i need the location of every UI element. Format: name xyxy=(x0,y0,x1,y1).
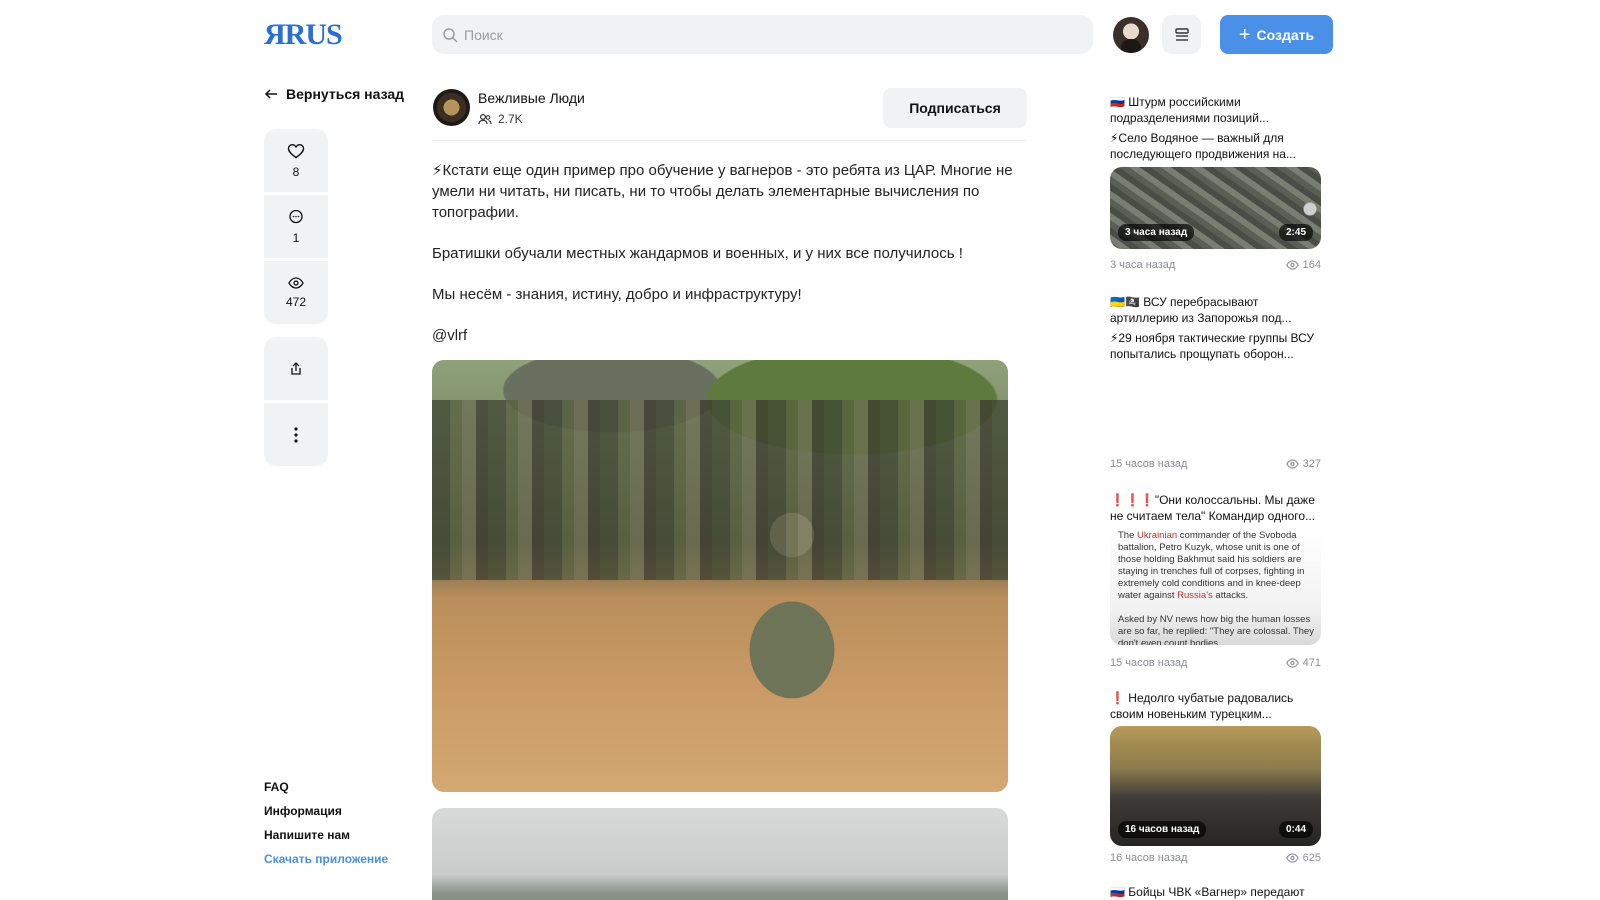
channel-avatar[interactable] xyxy=(433,89,470,126)
back-link[interactable]: Вернуться назад xyxy=(264,86,404,102)
article-text: Russia's xyxy=(1177,590,1213,601)
share-button[interactable] xyxy=(264,337,328,400)
views-count: 472 xyxy=(285,294,307,309)
feed-item-subtitle: ⚡29 ноября тактические группы ВСУ попыта… xyxy=(1110,331,1315,361)
article-text: The xyxy=(1118,530,1138,541)
views-value: 327 xyxy=(1302,458,1321,470)
create-button[interactable]: + Создать xyxy=(1220,15,1333,54)
comment-count: 1 xyxy=(292,230,300,245)
eye-icon xyxy=(1285,853,1299,863)
search-input[interactable] xyxy=(464,26,1064,43)
post-photo[interactable] xyxy=(432,360,1008,792)
article-text: Asked by NV news how big the human losse… xyxy=(1118,614,1314,645)
subscribe-button[interactable]: Подписаться xyxy=(883,88,1027,128)
subscriber-count: 2.7K xyxy=(498,112,523,126)
feed-item-text[interactable]: 🇷🇺 Штурм российскими подразделениями поз… xyxy=(1110,94,1322,162)
logo[interactable]: ЯRUS xyxy=(264,18,343,52)
channel-name[interactable]: Вежливые Люди xyxy=(478,90,585,106)
views-value: 164 xyxy=(1302,259,1321,271)
search-bar[interactable] xyxy=(432,15,1093,54)
user-avatar[interactable] xyxy=(1113,17,1149,53)
feed-video-thumbnail[interactable]: 3 часа назад 2:45 xyxy=(1110,167,1321,249)
comment-button[interactable]: 1 xyxy=(264,195,328,258)
article-text: Ukrainian xyxy=(1137,530,1178,541)
post-photo[interactable] xyxy=(432,808,1008,900)
views-value: 471 xyxy=(1302,657,1321,669)
video-duration-badge: 0:44 xyxy=(1278,821,1313,838)
video-duration-badge: 2:45 xyxy=(1278,224,1313,241)
feed-item-views: 471 xyxy=(1285,657,1321,669)
like-button[interactable]: 8 xyxy=(264,129,328,192)
views-value: 625 xyxy=(1302,852,1321,864)
search-icon xyxy=(443,27,458,42)
feed-item-meta: 15 часов назад 471 xyxy=(1110,657,1321,669)
feed-item-title: 🇷🇺 Бойцы ЧВК «Вагнер» передают xyxy=(1110,885,1305,899)
feed-item-time: 3 часа назад xyxy=(1110,259,1176,271)
info-link[interactable]: Информация xyxy=(264,804,388,818)
feed-item-views: 327 xyxy=(1285,458,1321,470)
more-vertical-icon xyxy=(294,426,298,443)
feed-item-title: 🇺🇦🏴‍☠️ ВСУ перебрасывают артиллерию из З… xyxy=(1110,295,1292,325)
feed-item-text[interactable]: 🇷🇺 Бойцы ЧВК «Вагнер» передают xyxy=(1110,884,1322,900)
article-text: attacks. xyxy=(1212,590,1249,601)
video-time-badge: 3 часа назад xyxy=(1118,224,1195,241)
article-excerpt: The Ukrainian commander of the Svoboda b… xyxy=(1118,530,1316,645)
eye-icon xyxy=(1285,658,1299,668)
feed-item-title: ❗❗❗"Они колоссальны. Мы даже не считаем … xyxy=(1110,493,1316,523)
share-icon xyxy=(291,361,301,375)
layout-toggle-button[interactable] xyxy=(1162,15,1201,54)
eye-icon xyxy=(288,276,304,289)
layout-icon xyxy=(1174,27,1189,41)
divider xyxy=(432,140,1026,141)
create-button-label: Создать xyxy=(1256,26,1315,43)
feed-item-meta: 15 часов назад 327 xyxy=(1110,458,1321,470)
eye-icon xyxy=(1285,260,1299,270)
footer-links: FAQ Информация Напишите нам Скачать прил… xyxy=(264,780,388,866)
feed-item-text[interactable]: 🇺🇦🏴‍☠️ ВСУ перебрасывают артиллерию из З… xyxy=(1110,294,1322,362)
contact-link[interactable]: Напишите нам xyxy=(264,828,388,842)
feed-item-meta: 3 часа назад 164 xyxy=(1110,259,1321,271)
download-app-link[interactable]: Скачать приложение xyxy=(264,852,388,866)
views-counter: 472 xyxy=(264,261,328,324)
video-time-badge: 16 часов назад xyxy=(1118,821,1207,838)
comment-icon xyxy=(289,209,303,223)
feed-item-meta: 16 часов назад 625 xyxy=(1110,852,1321,864)
users-icon xyxy=(478,113,492,125)
feed-item-text[interactable]: ❗ Недолго чубатые радовались своим новен… xyxy=(1110,690,1322,722)
feed-item-title: ❗ Недолго чубатые радовались своим новен… xyxy=(1110,691,1294,721)
channel-subscribers: 2.7K xyxy=(478,112,523,126)
feed-item-title: 🇷🇺 Штурм российскими подразделениями поз… xyxy=(1110,95,1269,125)
logo-suffix: RUS xyxy=(284,18,343,51)
more-button[interactable] xyxy=(264,403,328,466)
post-paragraph: Мы несём - знания, истину, добро и инфра… xyxy=(432,286,802,303)
feed-item-text[interactable]: ❗❗❗"Они колоссальны. Мы даже не считаем … xyxy=(1110,492,1322,524)
heart-icon xyxy=(287,143,305,158)
post-mention[interactable]: @vlrf xyxy=(432,325,1026,346)
arrow-left-icon xyxy=(264,89,277,99)
post-paragraph: ⚡Кстати еще один пример про обучение у в… xyxy=(432,162,1017,221)
post-body: ⚡Кстати еще один пример про обучение у в… xyxy=(432,160,1026,366)
feed-item-views: 625 xyxy=(1285,852,1321,864)
feed-item-time: 15 часов назад xyxy=(1110,458,1188,470)
eye-icon xyxy=(1285,459,1299,469)
feed-item-time: 16 часов назад xyxy=(1110,852,1188,864)
feed-video-thumbnail[interactable]: 16 часов назад 0:44 xyxy=(1110,726,1321,846)
logo-prefix: Я xyxy=(264,18,286,51)
plus-icon: + xyxy=(1238,23,1251,46)
feed-article-thumbnail[interactable]: The Ukrainian commander of the Svoboda b… xyxy=(1110,526,1321,645)
faq-link[interactable]: FAQ xyxy=(264,780,388,794)
feed-item-subtitle: ⚡Село Водяное — важный для последующего … xyxy=(1110,131,1296,161)
like-count: 8 xyxy=(292,164,300,179)
back-link-label: Вернуться назад xyxy=(286,86,405,102)
feed-item-views: 164 xyxy=(1285,259,1321,271)
feed-item-time: 15 часов назад xyxy=(1110,657,1188,669)
post-paragraph: Братишки обучали местных жандармов и вое… xyxy=(432,245,963,262)
